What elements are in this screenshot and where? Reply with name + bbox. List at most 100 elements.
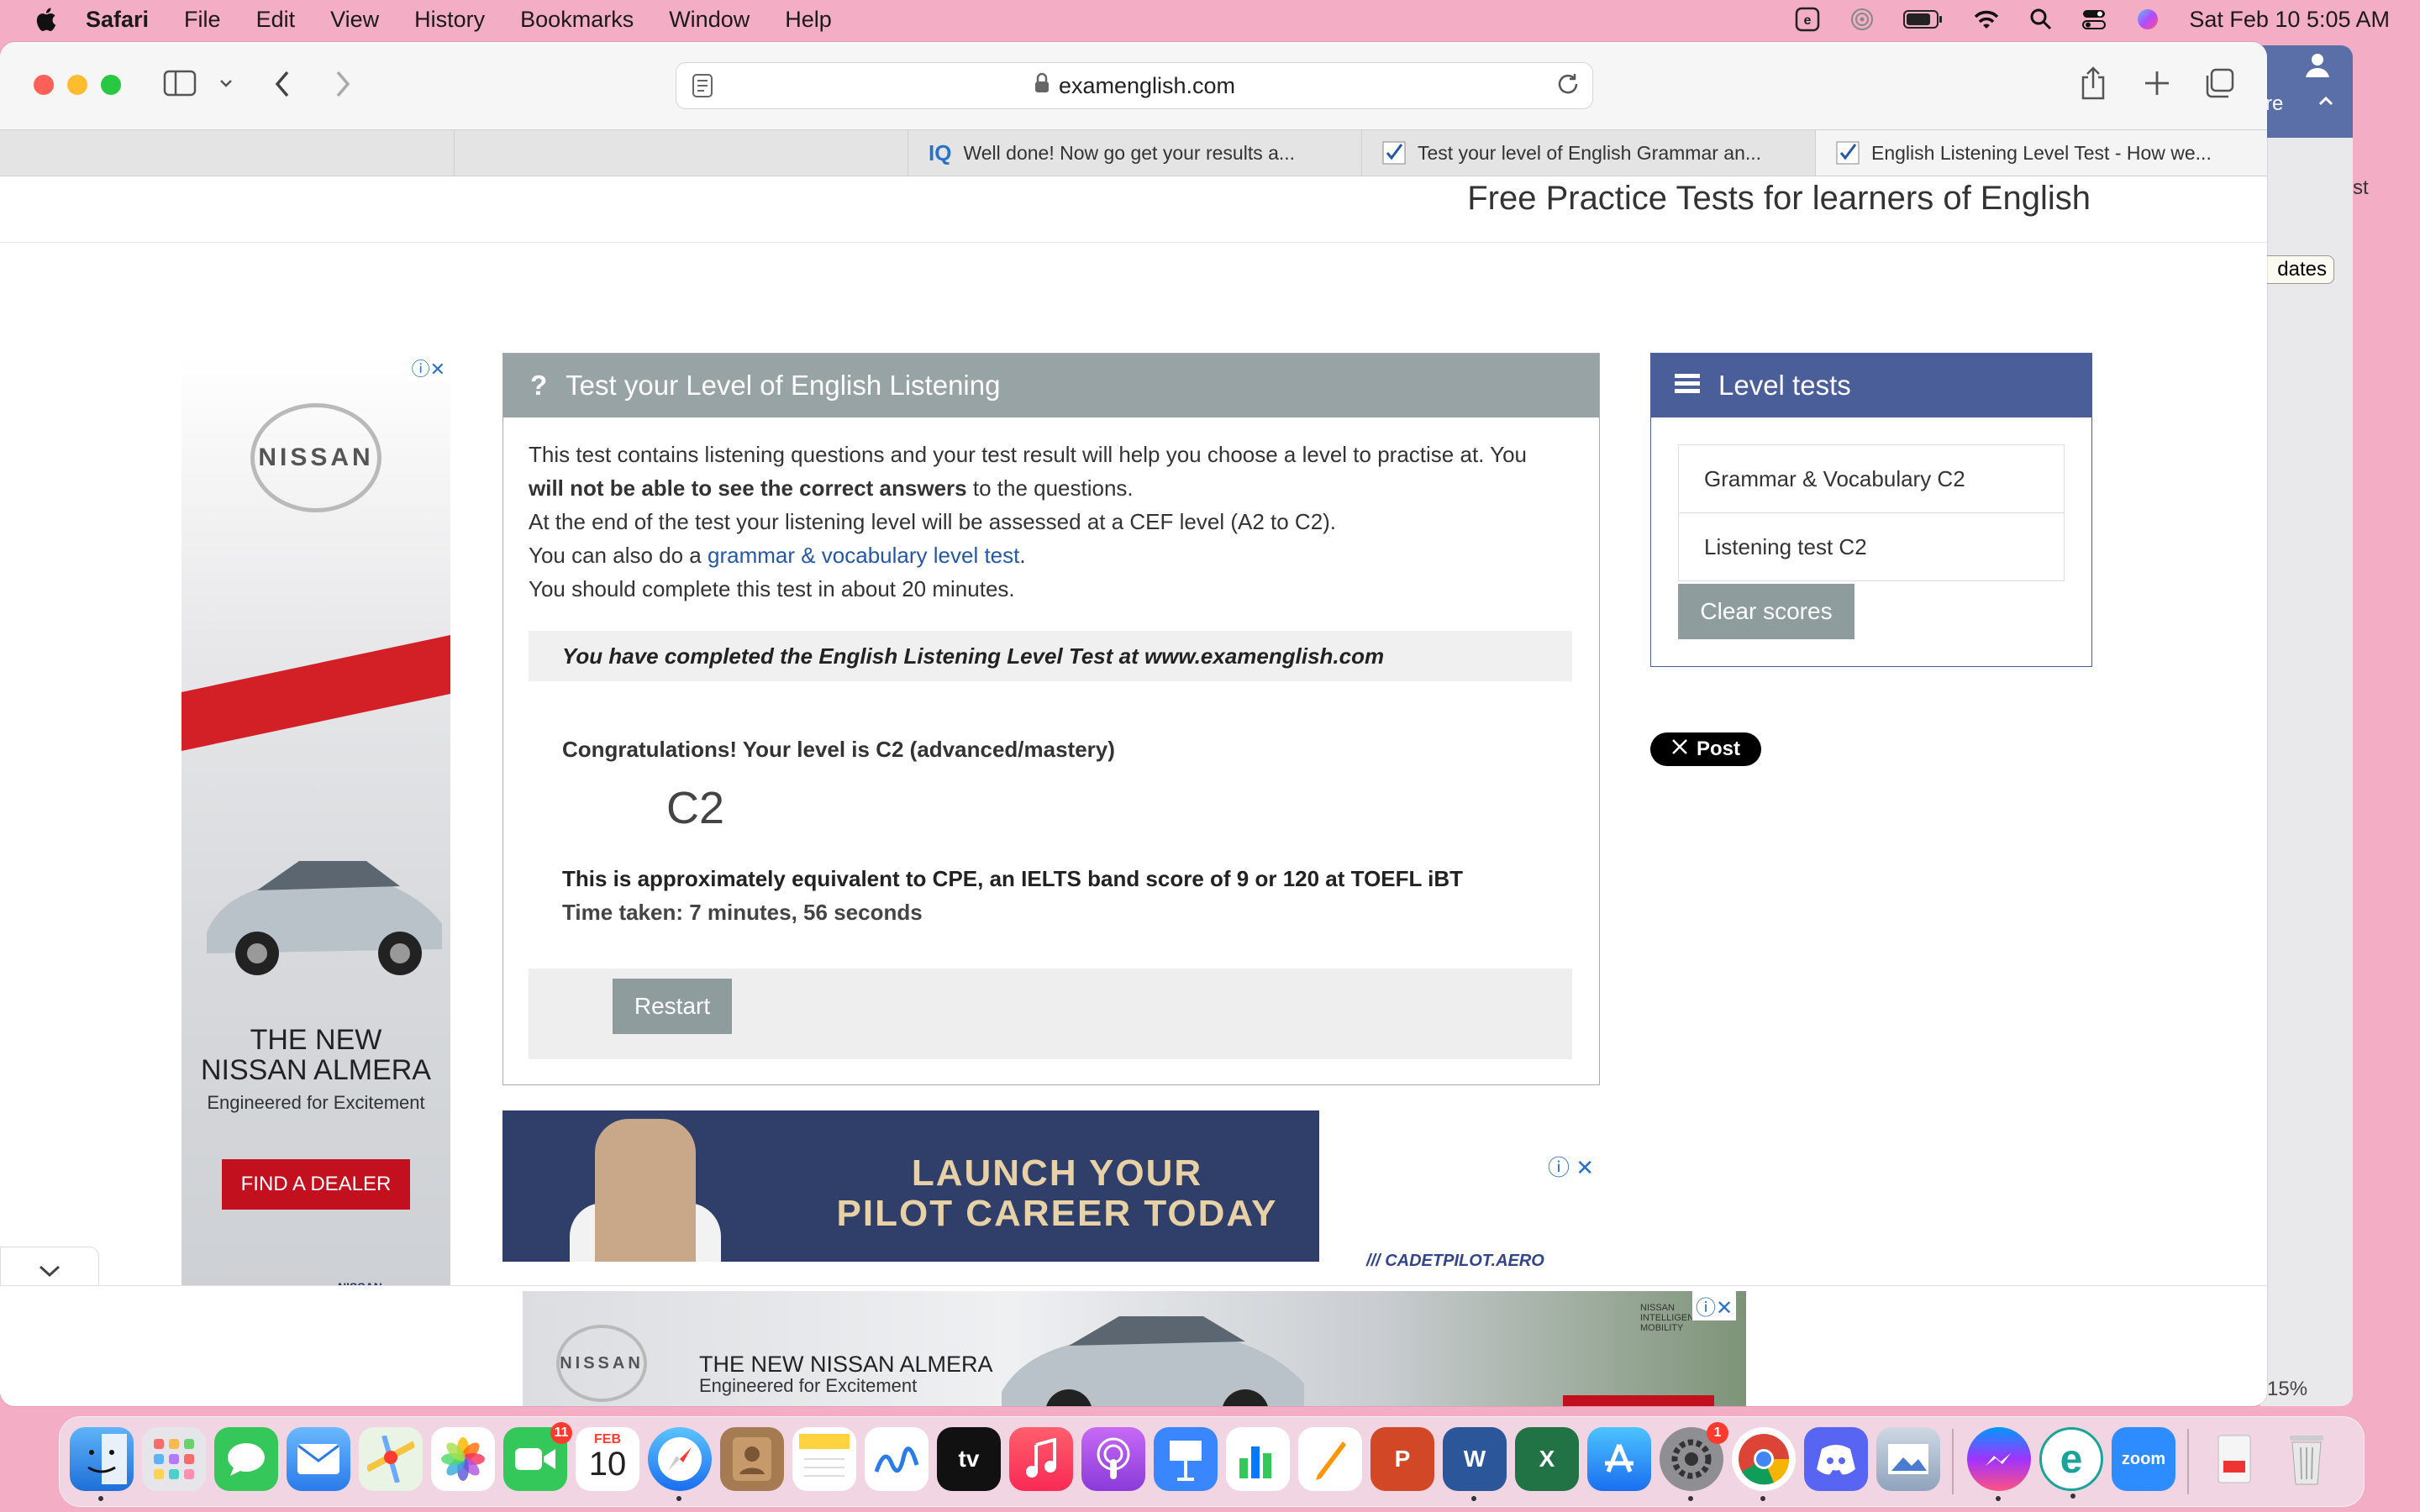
ad-headline: THE NEW NISSAN ALMERA — [182, 1025, 450, 1085]
tab-empty-2[interactable] — [454, 130, 908, 176]
intro-line-2: will not be able to see the correct answ… — [529, 471, 1579, 505]
calendar-icon[interactable]: FEB 10 — [576, 1427, 639, 1491]
podcasts-icon[interactable] — [1081, 1427, 1145, 1491]
left-ad[interactable]: ⓘ✕ NISSAN THE NEW NISSAN ALMERA Engineer… — [182, 353, 450, 1302]
photos-icon[interactable] — [431, 1427, 495, 1491]
menu-history[interactable]: History — [414, 7, 485, 33]
downloads-stack-icon[interactable] — [2202, 1427, 2266, 1491]
forward-icon[interactable] — [329, 67, 355, 101]
clear-scores-button[interactable]: Clear scores — [1678, 584, 1854, 639]
menu-file[interactable]: File — [184, 7, 221, 33]
powerpoint-label: P — [1394, 1446, 1411, 1472]
reader-icon[interactable] — [692, 73, 713, 104]
new-tab-icon[interactable] — [2143, 69, 2171, 97]
tab-listening-active[interactable]: English Listening Level Test - How we... — [1815, 130, 2267, 176]
powerpoint-icon[interactable]: P — [1370, 1427, 1434, 1491]
tab-title: English Listening Level Test - How we... — [1871, 141, 2212, 164]
share-icon[interactable] — [2079, 66, 2107, 101]
system-settings-icon[interactable]: 1 — [1660, 1422, 1728, 1501]
notes-icon[interactable] — [792, 1427, 856, 1491]
test-intro: This test contains listening questions a… — [529, 438, 1579, 606]
control-center-icon[interactable] — [2081, 8, 2107, 31]
banner-ad[interactable]: NISSAN THE NEW NISSAN ALMERA Engineered … — [523, 1291, 1746, 1406]
menu-safari[interactable]: Safari — [86, 7, 149, 33]
time-taken: Time taken: 7 minutes, 56 seconds — [562, 900, 923, 925]
background-window-header: re — [2260, 45, 2353, 138]
tab-empty-1[interactable] — [0, 130, 454, 176]
finder-icon[interactable] — [70, 1427, 134, 1501]
menu-window[interactable]: Window — [669, 7, 750, 33]
freeform-icon[interactable] — [865, 1427, 929, 1491]
ad-stripe — [182, 634, 450, 752]
messenger-icon[interactable] — [1967, 1427, 2031, 1501]
site-header: Free Practice Tests for learners of Engl… — [0, 176, 2267, 243]
menu-view[interactable]: View — [330, 7, 379, 33]
menu-edit[interactable]: Edit — [256, 7, 296, 33]
find-dealer-button[interactable]: FIND A DEALER — [1563, 1395, 1714, 1406]
ad-info-close-icon[interactable]: ⓘ ✕ — [1548, 1151, 1594, 1182]
chevron-up-icon[interactable] — [2316, 91, 2336, 117]
find-dealer-button[interactable]: FIND A DEALER — [222, 1159, 410, 1210]
level-test-item-grammar[interactable]: Grammar & Vocabulary C2 — [1678, 444, 2065, 513]
menu-bookmarks[interactable]: Bookmarks — [520, 7, 634, 33]
word-icon[interactable]: W — [1443, 1427, 1507, 1501]
maps-icon[interactable] — [359, 1427, 423, 1491]
ad-info-close-icon[interactable]: ⓘ✕ — [1692, 1291, 1737, 1320]
apple-tv-icon[interactable]: tv — [937, 1427, 1001, 1491]
person-icon — [2302, 50, 2333, 87]
app-store-icon[interactable] — [1587, 1427, 1651, 1491]
zoom-window-button[interactable] — [101, 75, 121, 95]
sidebar-toggle-icon[interactable] — [163, 69, 197, 97]
restart-button[interactable]: Restart — [613, 979, 732, 1034]
launchpad-icon[interactable] — [142, 1427, 206, 1491]
examenglish-app-icon[interactable]: e — [2039, 1427, 2103, 1499]
wifi-icon[interactable] — [1972, 8, 2001, 31]
address-bar[interactable]: examenglish.com — [676, 62, 1593, 109]
tab-title: Test your level of English Grammar an... — [1418, 141, 1762, 164]
pilot-ad-line-1: LAUNCH YOUR — [911, 1152, 1203, 1194]
tab-iq[interactable]: IQ Well done! Now go get your results a.… — [908, 130, 1361, 176]
contacts-icon[interactable] — [720, 1427, 784, 1491]
keynote-icon[interactable] — [1154, 1427, 1218, 1491]
tab-grammar[interactable]: Test your level of English Grammar an... — [1361, 130, 1815, 176]
close-window-button[interactable] — [34, 75, 54, 95]
reload-icon[interactable] — [1555, 71, 1581, 102]
pages-icon[interactable] — [1298, 1427, 1362, 1491]
apple-icon[interactable] — [34, 6, 57, 33]
updates-badge[interactable]: dates — [2260, 255, 2334, 284]
chevron-down-icon[interactable] — [218, 76, 234, 91]
airdrop-icon[interactable] — [1849, 7, 1875, 32]
dock-separator — [2187, 1429, 2189, 1494]
safari-dock-icon[interactable] — [648, 1427, 712, 1501]
pilot-ad[interactable]: LAUNCH YOUR PILOT CAREER TODAY — [502, 1110, 1319, 1262]
running-indicator — [1471, 1496, 1476, 1501]
zoom-icon[interactable]: zoom — [2112, 1427, 2175, 1491]
siri-icon[interactable] — [2135, 7, 2160, 32]
preview-icon[interactable] — [1876, 1427, 1940, 1491]
discord-icon[interactable] — [1804, 1427, 1868, 1491]
mail-icon[interactable] — [287, 1427, 350, 1491]
back-icon[interactable] — [271, 67, 296, 101]
ad-info-close-icon[interactable]: ⓘ✕ — [408, 354, 449, 381]
grammarly-icon[interactable]: e — [1794, 6, 1821, 33]
pilot-ad-brand[interactable]: /// CADETPILOT.AERO — [1366, 1252, 1544, 1271]
ad-headline-line-1: THE NEW — [250, 1024, 382, 1056]
grammar-test-link[interactable]: grammar & vocabulary level test — [708, 543, 1019, 568]
menu-clock[interactable]: Sat Feb 10 5:05 AM — [2189, 7, 2390, 33]
x-post-button[interactable]: Post — [1650, 732, 1761, 766]
numbers-icon[interactable] — [1226, 1427, 1290, 1491]
messages-icon[interactable] — [214, 1427, 278, 1491]
spotlight-icon[interactable] — [2029, 8, 2053, 31]
battery-icon[interactable] — [1903, 9, 1944, 29]
trash-icon[interactable] — [2275, 1427, 2338, 1491]
tab-overview-icon[interactable] — [2203, 67, 2235, 99]
running-indicator — [98, 1496, 103, 1501]
minimize-window-button[interactable] — [67, 75, 87, 95]
level-test-item-listening[interactable]: Listening test C2 — [1678, 512, 2065, 581]
excel-icon[interactable]: X — [1515, 1427, 1579, 1491]
menu-help[interactable]: Help — [785, 7, 832, 33]
music-icon[interactable] — [1009, 1427, 1073, 1491]
pilot-ad-line-2: PILOT CAREER TODAY — [836, 1193, 1278, 1234]
chrome-icon[interactable] — [1732, 1427, 1796, 1501]
facetime-icon[interactable]: 11 — [503, 1422, 572, 1491]
